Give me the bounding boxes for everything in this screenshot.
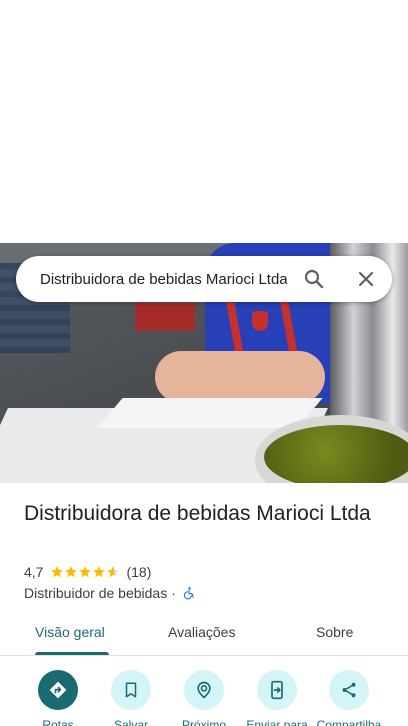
share-button[interactable]: Compartilha: [314, 670, 384, 726]
rating-stars: [50, 565, 120, 579]
save-button[interactable]: Salvar: [96, 670, 166, 726]
star-icon: [65, 566, 78, 578]
nearby-icon: [197, 681, 211, 699]
send-to-phone-icon: [271, 680, 283, 700]
share-icon: [342, 682, 356, 698]
directions-button[interactable]: Rotas: [23, 670, 93, 726]
review-count[interactable]: (18): [126, 564, 151, 580]
star-icon: [79, 566, 92, 578]
directions-label: Rotas: [42, 718, 74, 726]
share-label: Compartilha: [316, 718, 382, 726]
rating-row[interactable]: 4,7 (18): [24, 563, 151, 581]
star-icon: [51, 566, 64, 578]
action-bar: Rotas Salvar Próximo Enviar para Compart…: [0, 668, 408, 726]
search-bar[interactable]: Distribuidora de bebidas Marioci Ltda: [16, 256, 392, 302]
tab-reviews[interactable]: Avaliações: [168, 624, 235, 640]
save-label: Salvar: [113, 718, 148, 726]
nearby-button[interactable]: Próximo: [169, 670, 239, 726]
bookmark-icon: [125, 682, 137, 698]
category-row: Distribuidor de bebidas ·: [24, 584, 196, 602]
place-tabs: Visão geral Avaliações Sobre: [0, 620, 408, 656]
place-category: Distribuidor de bebidas: [24, 585, 168, 601]
search-input[interactable]: Distribuidora de bebidas Marioci Ltda: [40, 271, 287, 288]
directions-icon: [49, 681, 67, 699]
nearby-label: Próximo: [181, 718, 226, 726]
tab-overview[interactable]: Visão geral: [35, 624, 105, 640]
active-tab-indicator: [35, 652, 109, 655]
wheelchair-icon: [183, 587, 194, 600]
separator: ·: [171, 585, 176, 601]
star-half-icon: [107, 566, 120, 578]
send-to-phone-button[interactable]: Enviar para: [242, 670, 312, 726]
star-icon: [93, 566, 106, 578]
map-area: [0, 0, 408, 243]
tab-about[interactable]: Sobre: [316, 624, 353, 640]
rating-value: 4,7: [24, 564, 44, 580]
send-to-phone-label: Enviar para: [246, 718, 308, 726]
place-title: Distribuidora de bebidas Marioci Ltda: [24, 502, 371, 525]
search-icon[interactable]: [302, 267, 326, 291]
close-icon[interactable]: [354, 267, 378, 291]
